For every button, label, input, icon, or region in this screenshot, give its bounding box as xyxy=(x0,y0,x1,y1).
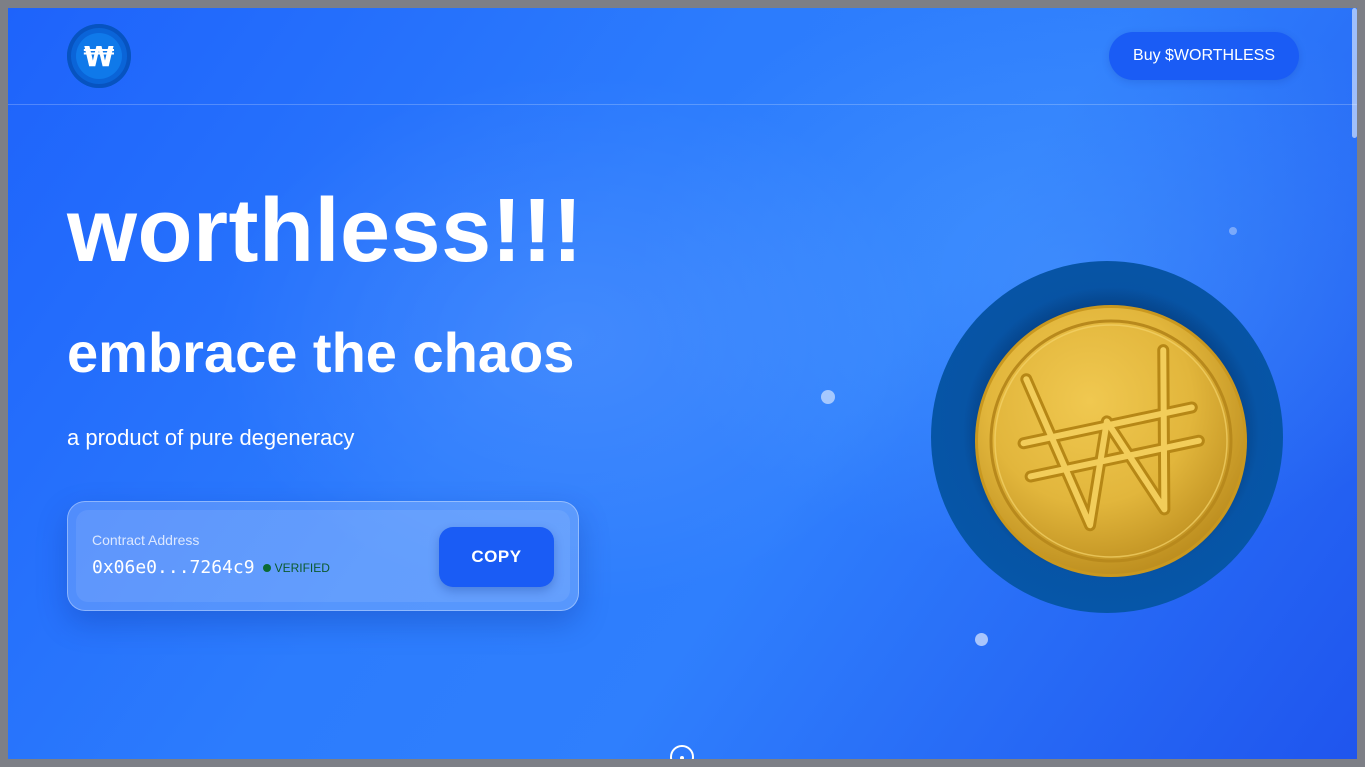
contract-address-label: Contract Address xyxy=(92,532,200,548)
contract-address-card: Contract Address 0x06e0...7264c9 VERIFIE… xyxy=(67,501,579,611)
won-logo-icon[interactable]: ₩ xyxy=(67,24,131,88)
contract-address-panel: Contract Address 0x06e0...7264c9 VERIFIE… xyxy=(76,510,570,602)
site-header: ₩ Buy $WORTHLESS xyxy=(8,8,1357,105)
buy-worthless-button[interactable]: Buy $WORTHLESS xyxy=(1109,32,1299,80)
logo-glyph: ₩ xyxy=(76,33,122,79)
status-dot-icon xyxy=(262,563,271,572)
floating-particle xyxy=(975,633,988,646)
floating-particle xyxy=(1229,227,1237,235)
verified-badge: VERIFIED xyxy=(262,560,330,575)
verified-text: VERIFIED xyxy=(274,560,330,575)
contract-address-row: 0x06e0...7264c9 VERIFIED xyxy=(92,557,330,578)
coin-icon xyxy=(931,261,1283,613)
scroll-down-icon[interactable] xyxy=(670,745,694,759)
contract-address-value[interactable]: 0x06e0...7264c9 xyxy=(92,557,255,578)
floating-particle xyxy=(821,390,835,404)
hero-subtitle: embrace the chaos xyxy=(67,321,575,384)
page-frame: ₩ Buy $WORTHLESS worthless!!! embrace th… xyxy=(8,8,1357,759)
copy-address-button[interactable]: COPY xyxy=(439,527,554,587)
hero-tagline: a product of pure degeneracy xyxy=(67,425,355,450)
hero-title: worthless!!! xyxy=(67,181,584,281)
coin-illustration xyxy=(931,261,1283,613)
